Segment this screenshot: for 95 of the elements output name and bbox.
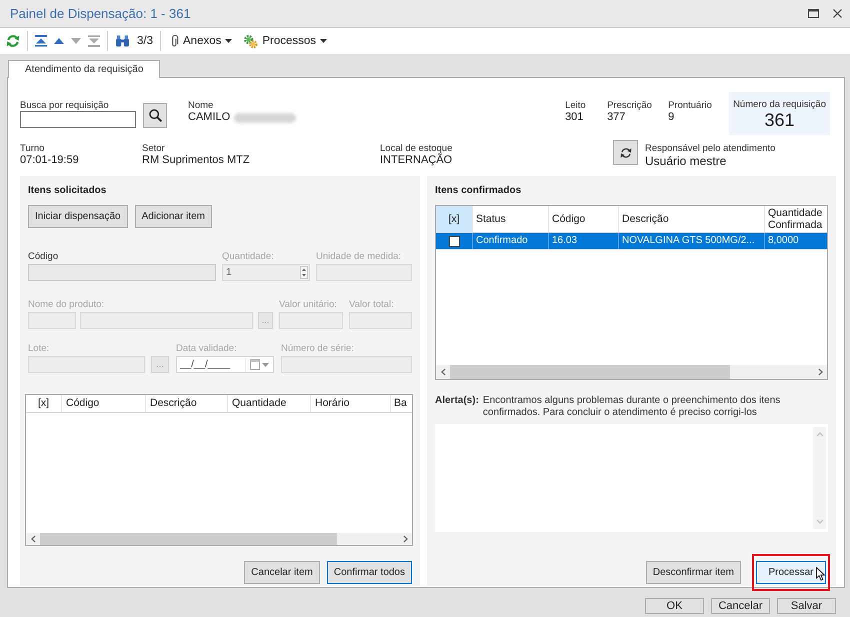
column-header[interactable]: Quantidade	[228, 395, 311, 412]
requisition-number: 361	[764, 110, 795, 131]
column-header[interactable]: Código	[549, 206, 619, 232]
alert-message: Encontramos alguns problemas durante o preenchimento dos itens confirmados. Para concluir o atendimento é preciso corrigi-los	[482, 395, 782, 419]
input-field[interactable]	[28, 264, 216, 281]
vertical-scrollbar[interactable]	[813, 427, 826, 529]
field-label: Prontuário	[668, 100, 713, 111]
chevron-right-icon[interactable]	[818, 368, 822, 376]
paperclip-icon	[170, 34, 179, 48]
field-label: Turno	[20, 143, 46, 154]
column-header[interactable]: [x]	[26, 395, 62, 412]
column-header[interactable]: Horário	[311, 395, 391, 412]
field-label: Lote:	[28, 343, 50, 355]
action-button[interactable]: Iniciar dispensação	[28, 205, 128, 228]
field-label: Quantidade:	[222, 251, 275, 263]
checkbox[interactable]	[448, 236, 460, 246]
field-label: Valor unitário:	[279, 299, 338, 311]
action-button[interactable]: Cancelar item	[244, 561, 320, 584]
gears-icon	[243, 34, 258, 48]
field-label: Setor	[142, 143, 166, 154]
field-label: Nome	[188, 100, 214, 111]
record-counter: 3/3	[137, 35, 153, 47]
maximize-icon[interactable]	[808, 9, 819, 18]
column-header[interactable]: [x]	[436, 206, 473, 232]
column-header[interactable]: Descrição	[146, 395, 228, 412]
action-button[interactable]: Adicionar item	[134, 205, 212, 228]
horizontal-scrollbar[interactable]	[26, 533, 412, 545]
section-title: Itens solicitados	[28, 185, 108, 197]
redaction-blur	[234, 112, 296, 122]
field-label: Número de série:	[281, 343, 355, 355]
column-header[interactable]: Descrição	[619, 206, 765, 232]
column-header[interactable]: Quantidade Confirmada	[765, 206, 827, 232]
close-icon[interactable]	[833, 9, 842, 18]
field-label: Valor total:	[349, 299, 395, 311]
dialog-button[interactable]: Cancelar	[711, 598, 770, 614]
field-label: Leito	[565, 100, 587, 111]
horizontal-scrollbar[interactable]	[436, 365, 827, 379]
table-row[interactable]: Confirmado 16.03 NOVALGINA GTS 500MG/2... 8,0000	[436, 233, 827, 250]
skip-up-icon[interactable]	[35, 35, 47, 47]
column-header[interactable]: Status	[473, 206, 549, 232]
field-value: CAMILO	[188, 111, 230, 124]
field-label: Número da requisição	[733, 99, 826, 110]
refresh-button[interactable]	[613, 140, 638, 165]
table-cell: Confirmado	[473, 233, 549, 249]
search-button[interactable]	[143, 103, 167, 128]
input-field[interactable]	[80, 312, 253, 329]
chevron-down-icon[interactable]	[816, 519, 824, 524]
field-label: Código	[28, 251, 60, 263]
action-button[interactable]: Confirmar todos	[326, 561, 412, 584]
field-label: Responsável pelo atendimento	[645, 143, 776, 154]
refresh-icon	[620, 146, 632, 158]
column-header[interactable]: Ba	[391, 395, 412, 412]
table-cell: NOVALGINA GTS 500MG/2...	[619, 233, 765, 249]
field-label: Data validade:	[176, 343, 238, 355]
section-title: Itens confirmados	[435, 185, 522, 197]
action-button[interactable]: Desconfirmar item	[646, 561, 741, 584]
menu-button[interactable]: Processos	[241, 32, 330, 50]
field-value: 9	[668, 111, 676, 124]
field-value: INTERNAÇÃO	[380, 154, 454, 167]
field-value: Usuário mestre	[645, 154, 728, 168]
chevron-left-icon[interactable]	[30, 535, 36, 543]
search-icon	[148, 109, 162, 122]
mouse-pointer-icon	[816, 567, 825, 581]
caret-icon	[262, 362, 269, 366]
menu-button[interactable]: Anexos	[168, 32, 234, 50]
field-label: Local de estoque	[380, 143, 454, 154]
refresh-icon[interactable]	[6, 34, 20, 48]
tab[interactable]: Atendimento da requisição	[8, 60, 160, 78]
triangle-up-icon[interactable]	[54, 38, 64, 44]
field-label: Prescrição	[607, 100, 653, 111]
alert-details-field[interactable]	[435, 424, 828, 532]
field-label: Nome do produto:	[28, 299, 106, 311]
field-value: 377	[607, 111, 626, 124]
binoculars-icon[interactable]	[115, 35, 130, 47]
table-cell-text: 8,0000	[767, 234, 800, 248]
chevron-right-icon[interactable]	[402, 535, 408, 543]
scrollbar-thumb[interactable]	[40, 533, 338, 545]
dialog-button[interactable]: OK	[645, 598, 704, 614]
caret-icon	[320, 39, 328, 43]
scrollbar-thumb[interactable]	[450, 365, 730, 379]
alert-label: Alerta(s):	[435, 395, 479, 408]
action-button[interactable]: Processar	[756, 561, 826, 584]
table-cell: 16.03	[549, 233, 619, 249]
field-value: 301	[565, 111, 584, 124]
field-label: Unidade de medida:	[316, 251, 402, 263]
dialog-button[interactable]: Salvar	[777, 598, 836, 614]
caret-icon	[225, 39, 232, 43]
search-field[interactable]	[20, 111, 136, 128]
field-label: Busca por requisição	[20, 100, 110, 111]
field-value: RM Suprimentos MTZ	[142, 154, 251, 167]
field-value: 07:01-19:59	[20, 154, 80, 167]
chevron-up-icon[interactable]	[816, 432, 824, 437]
chevron-left-icon[interactable]	[440, 368, 446, 376]
window-title: Painel de Dispensação: 1 - 361	[10, 6, 192, 21]
column-header[interactable]: Código	[62, 395, 146, 412]
